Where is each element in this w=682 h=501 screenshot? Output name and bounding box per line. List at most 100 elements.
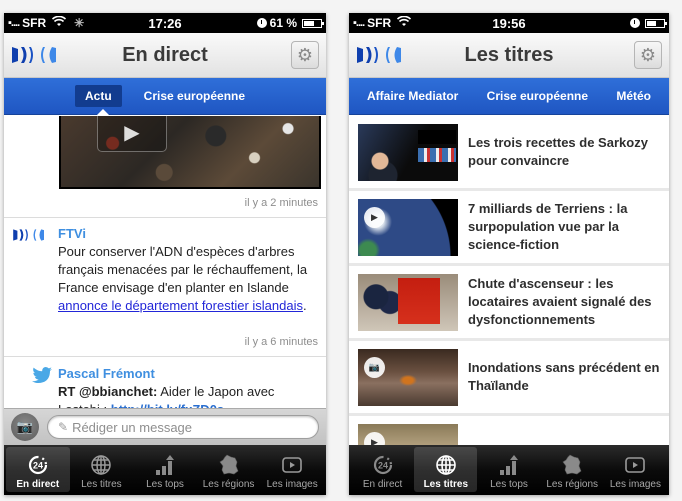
tab-les-images[interactable]: Les images (604, 447, 667, 492)
bottom-tab-bar: 24 En direct Les titres Les tops Les rég… (349, 445, 669, 495)
post-link[interactable]: annonce le département forestier islanda… (58, 298, 303, 313)
tab-label: Les images (609, 479, 661, 490)
wifi-icon (397, 15, 412, 30)
battery-percent: 61 % (269, 16, 297, 30)
camera-icon: 📷 (16, 419, 34, 434)
gear-icon: ⚙ (296, 44, 314, 65)
video-badge-icon: ▶ (364, 431, 385, 445)
divider (4, 217, 326, 218)
category-tab-actu[interactable]: Actu (75, 85, 122, 107)
message-input[interactable]: ✎ Rédiger un message (47, 415, 319, 439)
settings-button[interactable]: ⚙ (634, 41, 662, 69)
tab-en-direct[interactable]: 24 En direct (351, 447, 414, 492)
message-placeholder: Rédiger un message (72, 419, 193, 435)
battery-icon (645, 18, 667, 28)
tab-label: En direct (362, 479, 403, 490)
globe-icon (89, 454, 113, 476)
article-list[interactable]: Les trois recettes de Sarkozy pour conva… (349, 116, 669, 445)
tab-les-tops[interactable]: Les tops (133, 447, 197, 492)
gear-icon: ⚙ (639, 44, 657, 65)
settings-button[interactable]: ⚙ (291, 41, 319, 69)
carrier-name: SFR (22, 16, 47, 30)
francetv-info-logo (13, 229, 44, 241)
tab-en-direct[interactable]: 24 En direct (6, 447, 70, 492)
article-item[interactable]: Les trois recettes de Sarkozy pour conva… (349, 116, 669, 191)
tab-les-titres[interactable]: Les titres (70, 447, 134, 492)
live-feed[interactable]: ▶ il y a 2 minutes FTVi Pour conserver l… (4, 116, 326, 445)
francetv-info-logo[interactable] (357, 45, 405, 65)
tab-label: Les tops (146, 479, 184, 490)
pencil-icon: ✎ (58, 420, 69, 434)
activity-spinner-icon: ✳ (74, 16, 85, 30)
france-map-icon (217, 454, 241, 476)
article-title: 7 milliards de Terriens : la surpopulati… (468, 201, 628, 252)
category-tab-affaire-mediator[interactable]: Affaire Mediator (367, 85, 458, 107)
tab-les-regions[interactable]: Les régions (197, 447, 261, 492)
article-item[interactable]: Chute d'ascenseur : les locataires avaie… (349, 266, 669, 341)
divider (4, 356, 326, 357)
page-title: En direct (122, 43, 208, 66)
status-bar: ▪.... SFR 19:56 (349, 13, 669, 33)
article-thumbnail (358, 123, 458, 181)
tab-label: Les régions (202, 479, 255, 490)
article-item[interactable]: 📷 Inondations sans précédent en Thaïland… (349, 341, 669, 416)
retweet-handle[interactable]: RT @bbianchet: (58, 384, 157, 399)
category-tabs: Affaire Mediator Crise européenne Météo (349, 78, 669, 115)
globe-icon (434, 454, 458, 476)
status-bar: ▪.... SFR ✳ 17:26 61 % (4, 13, 326, 33)
france-map-icon (560, 454, 584, 476)
signal-strength-icon: ▪.... (353, 17, 365, 29)
post-author[interactable]: Pascal Frémont (58, 366, 155, 381)
video-play-icon (623, 454, 647, 476)
article-thumbnail: ▶ (358, 423, 458, 445)
camera-button[interactable]: 📷 (11, 413, 39, 441)
post-text: Pour conserver l'ADN d'espèces d'arbres … (58, 243, 316, 315)
page-title: Les titres (464, 43, 554, 66)
post-author[interactable]: FTVi (58, 226, 86, 241)
article-thumbnail (358, 273, 458, 331)
post-body-text: Pour conserver l'ADN d'espèces d'arbres … (58, 244, 308, 295)
post-body-text: Aider le Japon avec (157, 384, 275, 399)
francetv-info-logo[interactable] (12, 45, 60, 65)
navigation-bar: En direct ⚙ (4, 33, 326, 78)
navigation-bar: Les titres ⚙ (349, 33, 669, 78)
tab-les-images[interactable]: Les images (260, 447, 324, 492)
article-title: Chute d'ascenseur : les locataires avaie… (468, 276, 652, 327)
signal-strength-icon: ▪.... (8, 17, 20, 29)
twitter-bird-icon (32, 367, 52, 383)
article-title: Les trois recettes de Sarkozy pour conva… (468, 135, 648, 168)
carrier-name: SFR (367, 16, 392, 30)
phone-screen-les-titres: ▪.... SFR 19:56 Les titres ⚙ Affaire Med… (349, 13, 669, 495)
tab-label: Les régions (546, 479, 599, 490)
tab-les-regions[interactable]: Les régions (541, 447, 604, 492)
category-tab-meteo[interactable]: Météo (616, 85, 651, 107)
play-icon: ▶ (124, 122, 140, 144)
article-item[interactable]: ▶ 7 milliards de Terriens : la surpopula… (349, 191, 669, 266)
category-tabs: Actu Crise européenne (4, 78, 326, 115)
video-badge-icon: ▶ (364, 206, 385, 228)
compose-bar: 📷 ✎ Rédiger un message (4, 408, 326, 445)
svg-text:24: 24 (33, 461, 43, 471)
live-24-icon: 24 (26, 454, 50, 476)
tab-les-tops[interactable]: Les tops (477, 447, 540, 492)
tab-label: Les titres (81, 479, 122, 490)
phone-screen-en-direct: ▪.... SFR ✳ 17:26 61 % En direct ⚙ Actu … (4, 13, 326, 495)
post-body-suffix: . (302, 298, 307, 313)
article-thumbnail: ▶ (358, 198, 458, 256)
tab-les-titres[interactable]: Les titres (414, 447, 478, 492)
category-tab-crise-europeenne[interactable]: Crise européenne (487, 85, 588, 107)
article-item[interactable]: ▶ Polar, le wombat albinos (349, 416, 669, 445)
battery-icon (302, 18, 324, 28)
post-timestamp: il y a 2 minutes (244, 197, 318, 209)
play-button[interactable]: ▶ (97, 116, 167, 152)
category-tab-crise-europeenne[interactable]: Crise européenne (134, 85, 255, 107)
bottom-tab-bar: 24 En direct Les titres Les tops Les rég… (4, 445, 326, 495)
video-play-icon (280, 454, 304, 476)
tab-label: En direct (16, 479, 60, 490)
tab-label: Les images (266, 479, 318, 490)
article-thumbnail: 📷 (358, 348, 458, 406)
active-tab-indicator (97, 109, 109, 115)
bar-chart-up-icon (497, 454, 521, 476)
svg-text:24: 24 (378, 461, 388, 471)
feed-post[interactable]: FTVi Pour conserver l'ADN d'espèces d'ar… (12, 226, 320, 346)
